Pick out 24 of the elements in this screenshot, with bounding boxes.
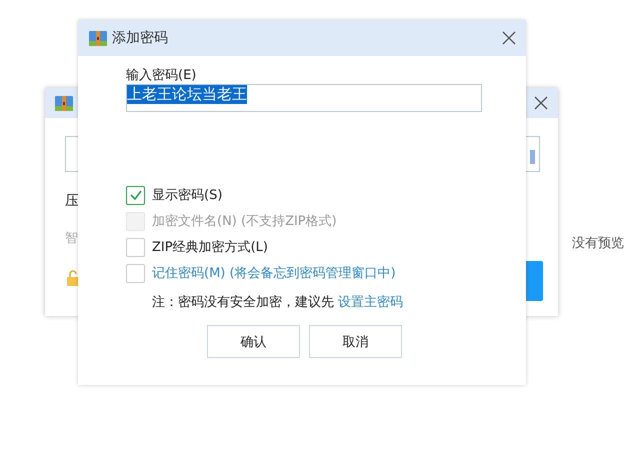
checkbox[interactable] bbox=[126, 186, 145, 204]
note-text: 注：密码没有安全加密，建议先 bbox=[152, 295, 334, 310]
selected-text: 上老王论坛当老王 bbox=[127, 85, 247, 104]
window-title: 添加密码 bbox=[112, 29, 169, 47]
option-label: 记住密码(M) (将会备忘到密码管理窗口中) bbox=[152, 265, 396, 282]
close-icon[interactable] bbox=[502, 31, 516, 45]
close-icon[interactable] bbox=[534, 96, 548, 110]
password-field[interactable]: 上老王论坛当老王 bbox=[126, 84, 482, 112]
checkbox[interactable] bbox=[126, 264, 145, 282]
archive-folder-icon bbox=[88, 28, 108, 48]
dialog-button[interactable]: 确认 bbox=[207, 325, 300, 358]
checkbox[interactable] bbox=[126, 238, 145, 256]
preview-text: 没有预览 bbox=[572, 235, 624, 252]
option-label: ZIP经典加密方式(L) bbox=[152, 239, 268, 256]
dialog-button[interactable]: 取消 bbox=[309, 325, 402, 358]
password-label: 输入密码(E) bbox=[126, 67, 198, 84]
archive-folder-icon bbox=[54, 93, 74, 113]
check-icon bbox=[128, 188, 142, 202]
option-label: 加密文件名(N) (不支持ZIP格式) bbox=[152, 213, 337, 230]
lock-icon bbox=[67, 270, 79, 286]
hint-text: 智 bbox=[65, 230, 78, 247]
option-label: 显示密码(S) bbox=[152, 187, 222, 204]
set-master-password-link[interactable]: 设置主密码 bbox=[338, 295, 403, 310]
compress-label: 压 bbox=[65, 192, 79, 210]
